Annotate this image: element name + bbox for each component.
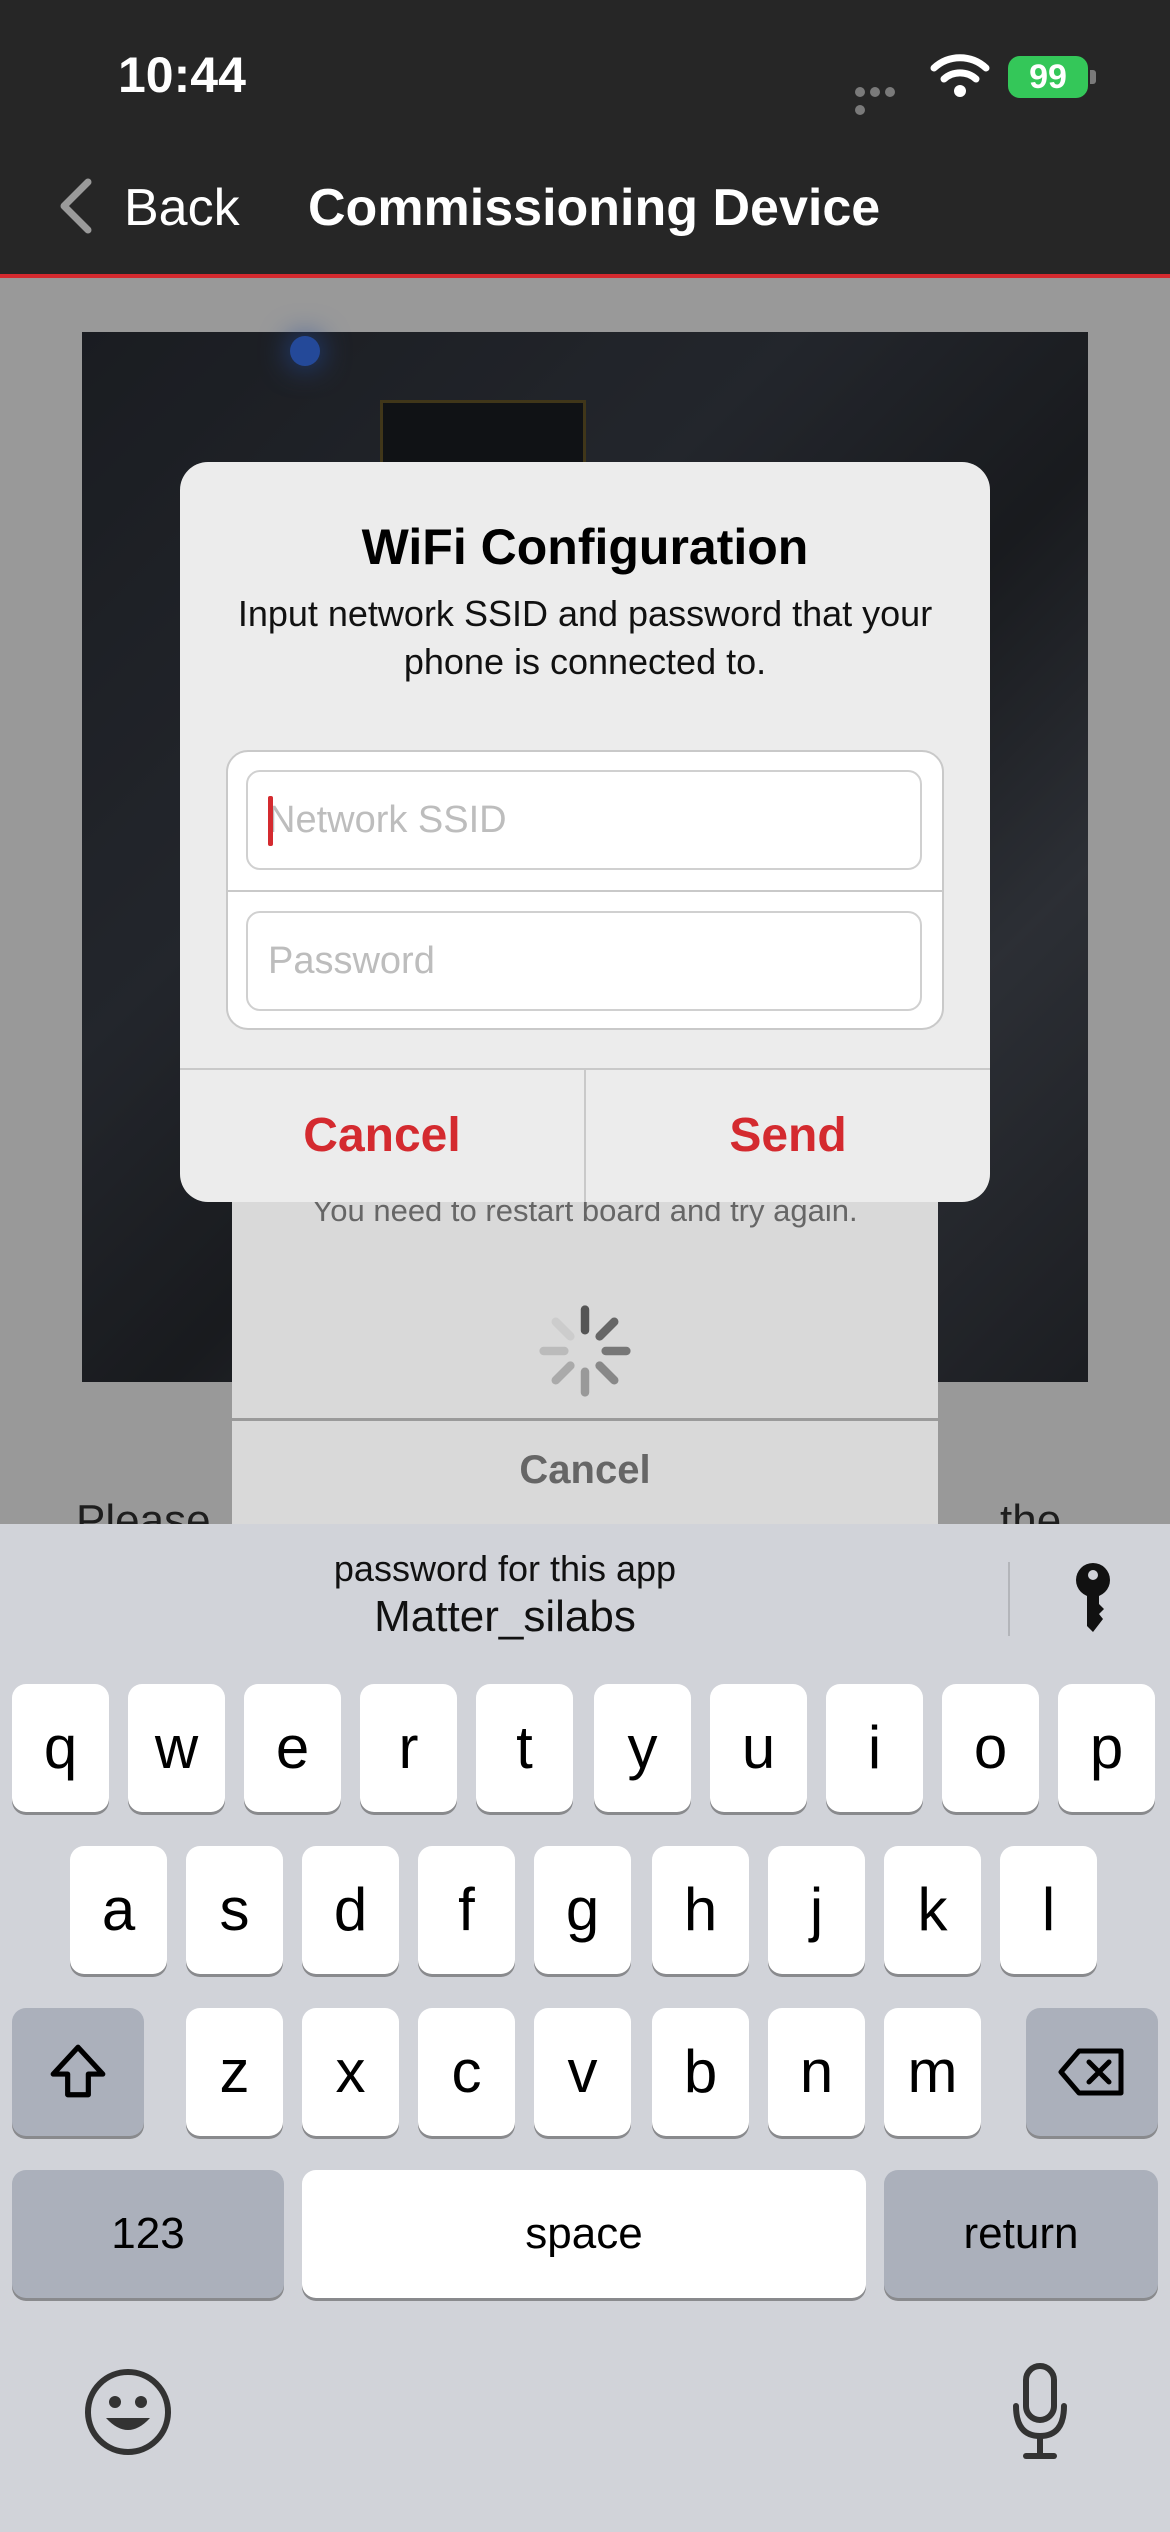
key-d[interactable]: d (302, 1846, 399, 1974)
text-caret (268, 796, 273, 846)
shift-key[interactable] (12, 2008, 144, 2136)
field-separator (226, 890, 944, 892)
key-v[interactable]: v (534, 2008, 631, 2136)
key-t[interactable]: t (476, 1684, 573, 1812)
cancel-button[interactable]: Cancel (180, 1070, 584, 1202)
back-chevron-icon[interactable] (56, 176, 96, 236)
back-button[interactable]: Back (124, 178, 240, 238)
return-key[interactable]: return (884, 2170, 1158, 2298)
key-i[interactable]: i (826, 1684, 923, 1812)
network-ssid-input[interactable] (246, 770, 922, 870)
key-j[interactable]: j (768, 1846, 865, 1974)
battery-icon: 99 (1008, 56, 1088, 98)
password-input[interactable] (246, 911, 922, 1011)
password-suggestion-value[interactable]: Matter_silabs (180, 1592, 830, 1642)
status-time: 10:44 (118, 47, 246, 103)
spinner-icon (539, 1305, 631, 1397)
key-h[interactable]: h (652, 1846, 749, 1974)
send-button[interactable]: Send (586, 1070, 990, 1202)
delete-key[interactable] (1026, 2008, 1158, 2136)
space-key[interactable]: space (302, 2170, 866, 2298)
key-f[interactable]: f (418, 1846, 515, 1974)
shift-icon (50, 2044, 106, 2098)
key-g[interactable]: g (534, 1846, 631, 1974)
delete-icon (1058, 2048, 1124, 2096)
key-x[interactable]: x (302, 2008, 399, 2136)
key-b[interactable]: b (652, 2008, 749, 2136)
key-r[interactable]: r (360, 1684, 457, 1812)
key-y[interactable]: y (594, 1684, 691, 1812)
key-c[interactable]: c (418, 2008, 515, 2136)
key-a[interactable]: a (70, 1846, 167, 1974)
key-k[interactable]: k (884, 1846, 981, 1974)
key-o[interactable]: o (942, 1684, 1039, 1812)
suggestion-divider (1008, 1562, 1010, 1636)
key-m[interactable]: m (884, 2008, 981, 2136)
numbers-key[interactable]: 123 (12, 2170, 284, 2298)
key-l[interactable]: l (1000, 1846, 1097, 1974)
page-title: Commissioning Device (308, 179, 881, 237)
key-s[interactable]: s (186, 1846, 283, 1974)
key-q[interactable]: q (12, 1684, 109, 1812)
key-w[interactable]: w (128, 1684, 225, 1812)
key-p[interactable]: p (1058, 1684, 1155, 1812)
progress-cancel-button[interactable]: Cancel (232, 1448, 938, 1493)
progress-alert-divider (232, 1418, 938, 1421)
alert-title: WiFi Configuration (361, 519, 809, 575)
key-n[interactable]: n (768, 2008, 865, 2136)
key-e[interactable]: e (244, 1684, 341, 1812)
battery-nub (1090, 70, 1096, 84)
wifi-icon (930, 54, 990, 97)
key-icon[interactable] (1068, 1560, 1118, 1636)
key-z[interactable]: z (186, 2008, 283, 2136)
key-u[interactable]: u (710, 1684, 807, 1812)
cellular-signal-icon (855, 84, 913, 115)
emoji-icon[interactable] (84, 2368, 172, 2456)
password-suggestion-label[interactable]: password for this app (180, 1548, 830, 1590)
microphone-icon[interactable] (1010, 2362, 1070, 2462)
alert-message: Input network SSID and password that you… (237, 593, 933, 682)
